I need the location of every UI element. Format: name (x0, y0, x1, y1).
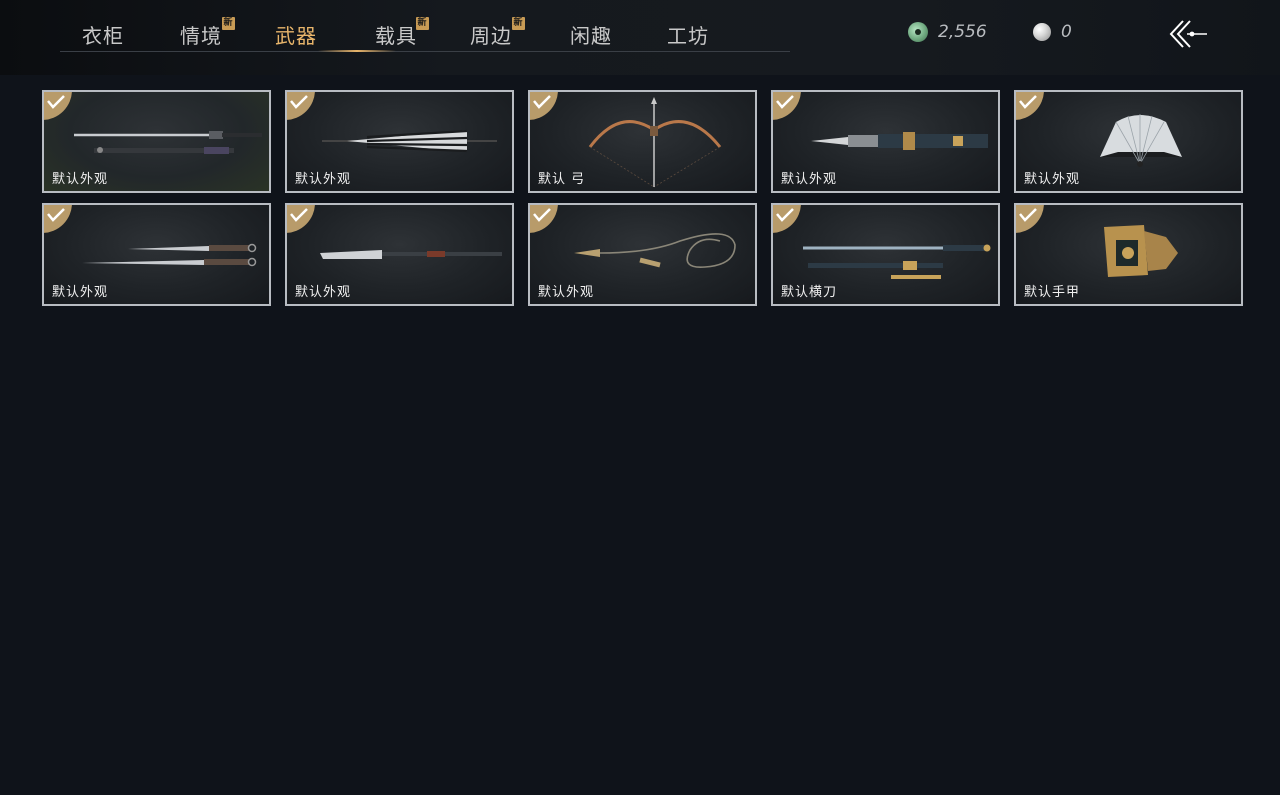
equipped-check-icon (44, 92, 72, 120)
back-button[interactable] (1165, 16, 1213, 52)
category-tabs: 衣柜 情境 新 武器 载具 新 周边 新 闲趣 工坊 (60, 0, 790, 70)
weapon-card[interactable]: 默认外观 (285, 203, 514, 306)
tab-vehicles[interactable]: 载具 新 (375, 17, 429, 52)
new-badge: 新 (222, 17, 235, 30)
weapon-card[interactable]: 默认横刀 (771, 203, 1000, 306)
equipped-check-icon (287, 205, 315, 233)
weapon-card[interactable]: 默认外观 (285, 90, 514, 193)
weapon-card[interactable]: 默认手甲 (1014, 203, 1243, 306)
item-label: 默认外观 (52, 285, 109, 300)
equipped-check-icon (287, 92, 315, 120)
item-label: 默认 弓 (538, 172, 586, 187)
item-label: 默认外观 (295, 285, 352, 300)
jade-coin-icon (908, 22, 928, 42)
equipped-check-icon (1016, 92, 1044, 120)
tab-label: 载具 (375, 24, 417, 48)
jade-amount: 2,556 (938, 22, 987, 42)
equipped-check-icon (1016, 205, 1044, 233)
top-bar: 衣柜 情境 新 武器 载具 新 周边 新 闲趣 工坊 2,556 0 (0, 0, 1280, 75)
equipped-check-icon (530, 92, 558, 120)
tab-label: 闲趣 (570, 24, 612, 48)
tab-scene[interactable]: 情境 新 (180, 17, 235, 52)
weapon-card[interactable]: 默认外观 (42, 90, 271, 193)
equipped-check-icon (44, 205, 72, 233)
tab-label: 工坊 (667, 24, 709, 48)
item-label: 默认手甲 (1024, 285, 1081, 300)
tab-label: 情境 (180, 24, 222, 48)
weapon-card[interactable]: 默认外观 (771, 90, 1000, 193)
equipped-check-icon (530, 205, 558, 233)
item-label: 默认外观 (538, 285, 595, 300)
tab-label: 周边 (470, 24, 512, 48)
item-label: 默认横刀 (781, 285, 838, 300)
tab-accessories[interactable]: 周边 新 (470, 17, 525, 52)
tab-leisure[interactable]: 闲趣 (570, 20, 612, 52)
equipped-check-icon (773, 205, 801, 233)
item-label: 默认外观 (295, 172, 352, 187)
pearl-icon (1033, 23, 1051, 41)
item-label: 默认外观 (1024, 172, 1081, 187)
pearl-currency: 0 (1033, 20, 1072, 44)
equipped-check-icon (773, 92, 801, 120)
weapon-card[interactable]: 默认外观 (528, 203, 757, 306)
weapon-card[interactable]: 默认 弓 (528, 90, 757, 193)
item-label: 默认外观 (781, 172, 838, 187)
weapon-card[interactable]: 默认外观 (42, 203, 271, 306)
weapon-card[interactable]: 默认外观 (1014, 90, 1243, 193)
jade-currency: 2,556 (908, 20, 987, 44)
tab-wardrobe[interactable]: 衣柜 (82, 20, 124, 52)
pearl-amount: 0 (1061, 22, 1072, 42)
new-badge: 新 (416, 17, 429, 30)
tab-label: 武器 (275, 24, 317, 48)
item-label: 默认外观 (52, 172, 109, 187)
tab-workshop[interactable]: 工坊 (667, 20, 709, 52)
new-badge: 新 (512, 17, 525, 30)
tab-weapons[interactable]: 武器 (275, 20, 317, 52)
back-arrow-icon (1169, 20, 1207, 48)
tab-label: 衣柜 (82, 24, 124, 48)
